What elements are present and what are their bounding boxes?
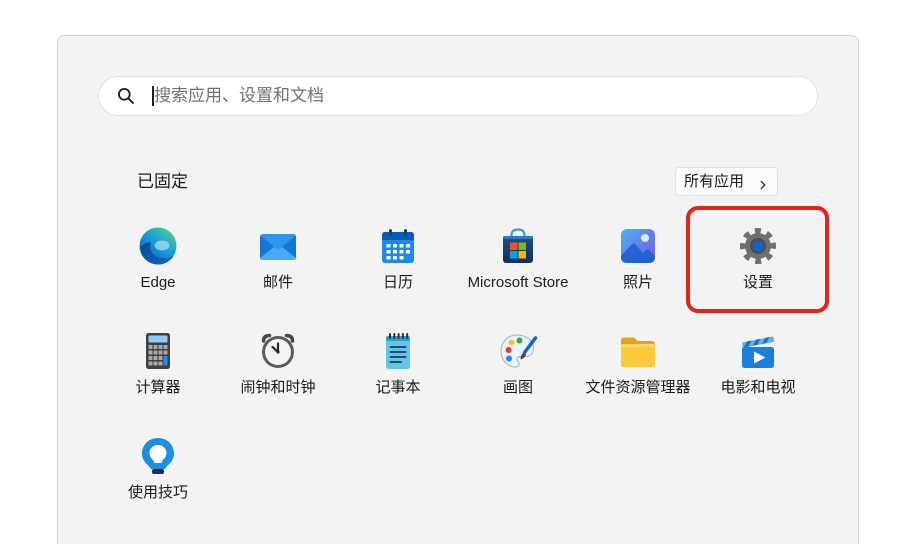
search-icon [117,87,135,105]
notepad-icon [378,331,418,371]
app-label: 计算器 [135,379,181,396]
all-apps-label: 所有应用 [684,173,745,190]
calculator-icon [138,331,178,371]
gear-icon [738,226,778,266]
app-label: Microsoft Store [467,274,569,291]
app-label: 画图 [502,379,533,396]
movies-tv-icon [738,331,778,371]
app-tile-alarms-clock[interactable]: 闹钟和时钟 [218,311,338,416]
calendar-icon [378,226,418,266]
app-tile-store[interactable]: Microsoft Store [458,206,578,311]
app-tile-photos[interactable]: 照片 [578,206,698,311]
chevron-right-icon [758,177,768,189]
app-label: 设置 [742,274,773,291]
app-tile-file-explorer[interactable]: 文件资源管理器 [578,311,698,416]
app-tile-calculator[interactable]: 计算器 [98,311,218,416]
paint-palette-icon [498,331,538,371]
app-tile-mail[interactable]: 邮件 [218,206,338,311]
app-tile-tips[interactable]: 使用技巧 [98,416,218,521]
alarm-clock-icon [258,331,298,371]
app-tile-calendar[interactable]: 日历 [338,206,458,311]
lightbulb-icon [138,436,178,476]
app-tile-paint[interactable]: 画图 [458,311,578,416]
app-label: 记事本 [375,379,421,396]
app-label: 闹钟和时钟 [240,379,316,396]
app-label: 文件资源管理器 [585,379,691,396]
search-input[interactable] [154,77,774,115]
app-tile-movies-tv[interactable]: 电影和电视 [698,311,818,416]
app-label: 电影和电视 [720,379,796,396]
pinned-app-grid: Edge 邮件 日历 Microsoft Store 照片 设置 计算器 闹钟和… [98,206,818,521]
mail-icon [258,226,298,266]
all-apps-button[interactable]: 所有应用 [675,167,778,196]
app-label: 日历 [382,274,413,291]
app-label: 照片 [622,274,653,291]
search-box[interactable] [98,76,818,116]
edge-icon [138,226,178,266]
pinned-section-title: 已固定 [137,172,188,191]
store-icon [498,226,538,266]
app-label: 邮件 [262,274,293,291]
app-label: 使用技巧 [127,484,188,501]
folder-icon [618,331,658,371]
app-label: Edge [140,274,176,291]
app-tile-notepad[interactable]: 记事本 [338,311,458,416]
start-menu-panel: 已固定 所有应用 [57,35,859,544]
app-tile-edge[interactable]: Edge [98,206,218,311]
photos-icon [618,226,658,266]
app-tile-settings[interactable]: 设置 [698,206,818,311]
